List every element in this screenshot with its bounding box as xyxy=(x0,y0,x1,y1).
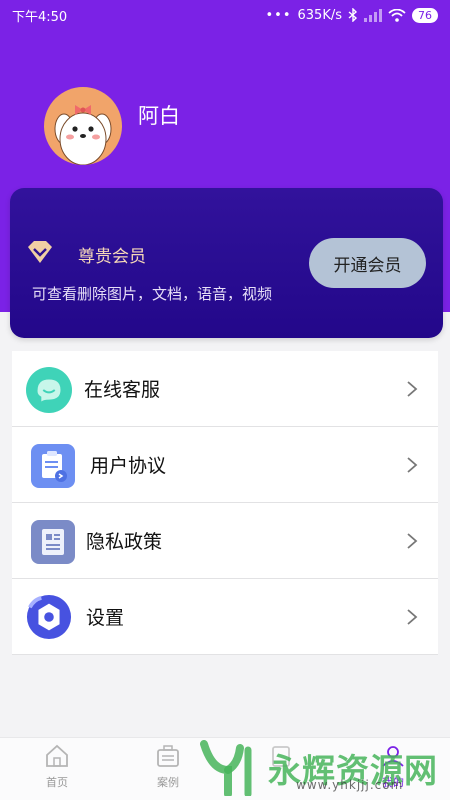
avatar-dog-icon xyxy=(54,105,112,165)
chat-bubble-icon xyxy=(26,367,72,413)
menu-item-settings[interactable]: 设置 xyxy=(12,579,438,655)
menu-label-user-agreement: 用户协议 xyxy=(90,455,167,477)
vip-card[interactable]: 尊贵会员 可查看删除图片，文档，语音，视频 开通会员 xyxy=(10,188,443,338)
chevron-right-icon xyxy=(407,533,418,549)
bluetooth-icon xyxy=(348,8,358,22)
menu-label-privacy-policy: 隐私政策 xyxy=(86,531,163,553)
clipboard-icon xyxy=(30,443,76,489)
document-icon xyxy=(30,519,76,565)
wifi-icon xyxy=(388,8,406,22)
tab-home[interactable]: 首页 xyxy=(32,744,82,790)
chevron-right-icon xyxy=(407,609,418,625)
menu-item-privacy-policy[interactable]: 隐私政策 xyxy=(12,503,438,579)
vip-description: 可查看删除图片，文档，语音，视频 xyxy=(32,285,273,303)
case-icon xyxy=(157,745,179,767)
avatar[interactable] xyxy=(44,87,122,165)
chevron-right-icon xyxy=(407,381,418,397)
watermark-logo-icon xyxy=(200,740,252,796)
open-membership-button[interactable]: 开通会员 xyxy=(309,238,426,288)
status-bar: 下午4:50 ••• 635K/s 76 xyxy=(0,0,450,30)
diamond-icon xyxy=(28,241,52,263)
home-icon xyxy=(46,744,68,767)
status-time: 下午4:50 xyxy=(12,9,68,25)
chevron-right-icon xyxy=(407,457,418,473)
vip-title: 尊贵会员 xyxy=(78,247,146,267)
cellular-signal-icon xyxy=(364,8,382,22)
gear-icon xyxy=(26,594,72,640)
signal-dots-icon: ••• xyxy=(265,7,292,23)
settings-menu: 在线客服 用户协议 隐私政策 设置 xyxy=(12,351,438,655)
menu-label-settings: 设置 xyxy=(86,607,125,629)
menu-label-online-service: 在线客服 xyxy=(84,379,161,401)
username: 阿白 xyxy=(138,104,180,128)
status-indicators: ••• 635K/s 76 xyxy=(265,7,438,23)
battery-indicator: 76 xyxy=(412,7,438,23)
menu-item-user-agreement[interactable]: 用户协议 xyxy=(12,427,438,503)
tab-case[interactable]: 案例 xyxy=(143,744,193,790)
watermark-url: www.yhkjjj.com xyxy=(296,778,404,792)
menu-item-online-service[interactable]: 在线客服 xyxy=(12,351,438,427)
tab-label-case: 案例 xyxy=(157,776,179,789)
network-speed: 635K/s xyxy=(297,7,343,23)
tab-label-home: 首页 xyxy=(46,776,68,789)
